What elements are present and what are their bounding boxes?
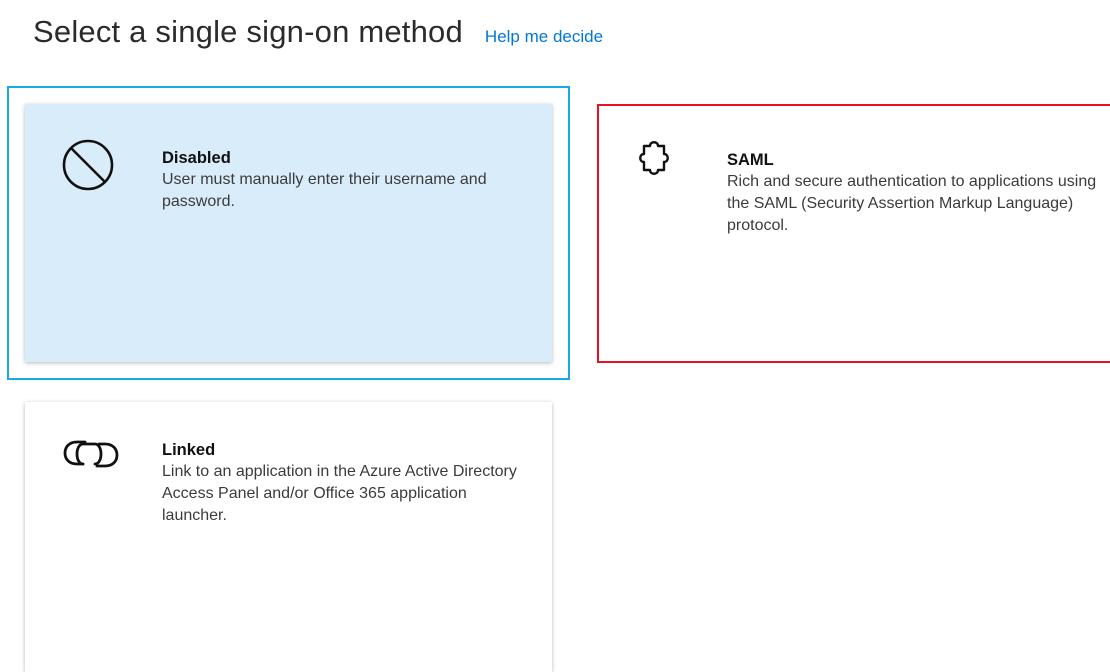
tile-title: Linked <box>162 441 216 459</box>
tile-title: Disabled <box>162 149 231 167</box>
tile-text: Disabled User must manually enter their … <box>162 147 522 213</box>
tile-description: Link to an application in the Azure Acti… <box>162 463 517 524</box>
link-icon <box>61 430 121 478</box>
no-entry-icon <box>61 138 115 192</box>
tile-text: Linked Link to an application in the Azu… <box>162 439 522 527</box>
title-row: Select a single sign-on method Help me d… <box>33 14 603 50</box>
tile-title: SAML <box>727 151 774 169</box>
tile-description: User must manually enter their username … <box>162 171 487 210</box>
sso-tile-saml[interactable]: SAML Rich and secure authentication to a… <box>597 104 1110 363</box>
page-title: Select a single sign-on method <box>33 14 463 49</box>
puzzle-piece-icon <box>630 138 678 186</box>
sso-tile-linked[interactable]: Linked Link to an application in the Azu… <box>25 402 552 672</box>
tile-description: Rich and secure authentication to applic… <box>727 173 1097 234</box>
tile-text: SAML Rich and secure authentication to a… <box>727 149 1107 237</box>
sso-tile-disabled[interactable]: Disabled User must manually enter their … <box>7 86 570 380</box>
help-me-decide-link[interactable]: Help me decide <box>485 27 603 47</box>
